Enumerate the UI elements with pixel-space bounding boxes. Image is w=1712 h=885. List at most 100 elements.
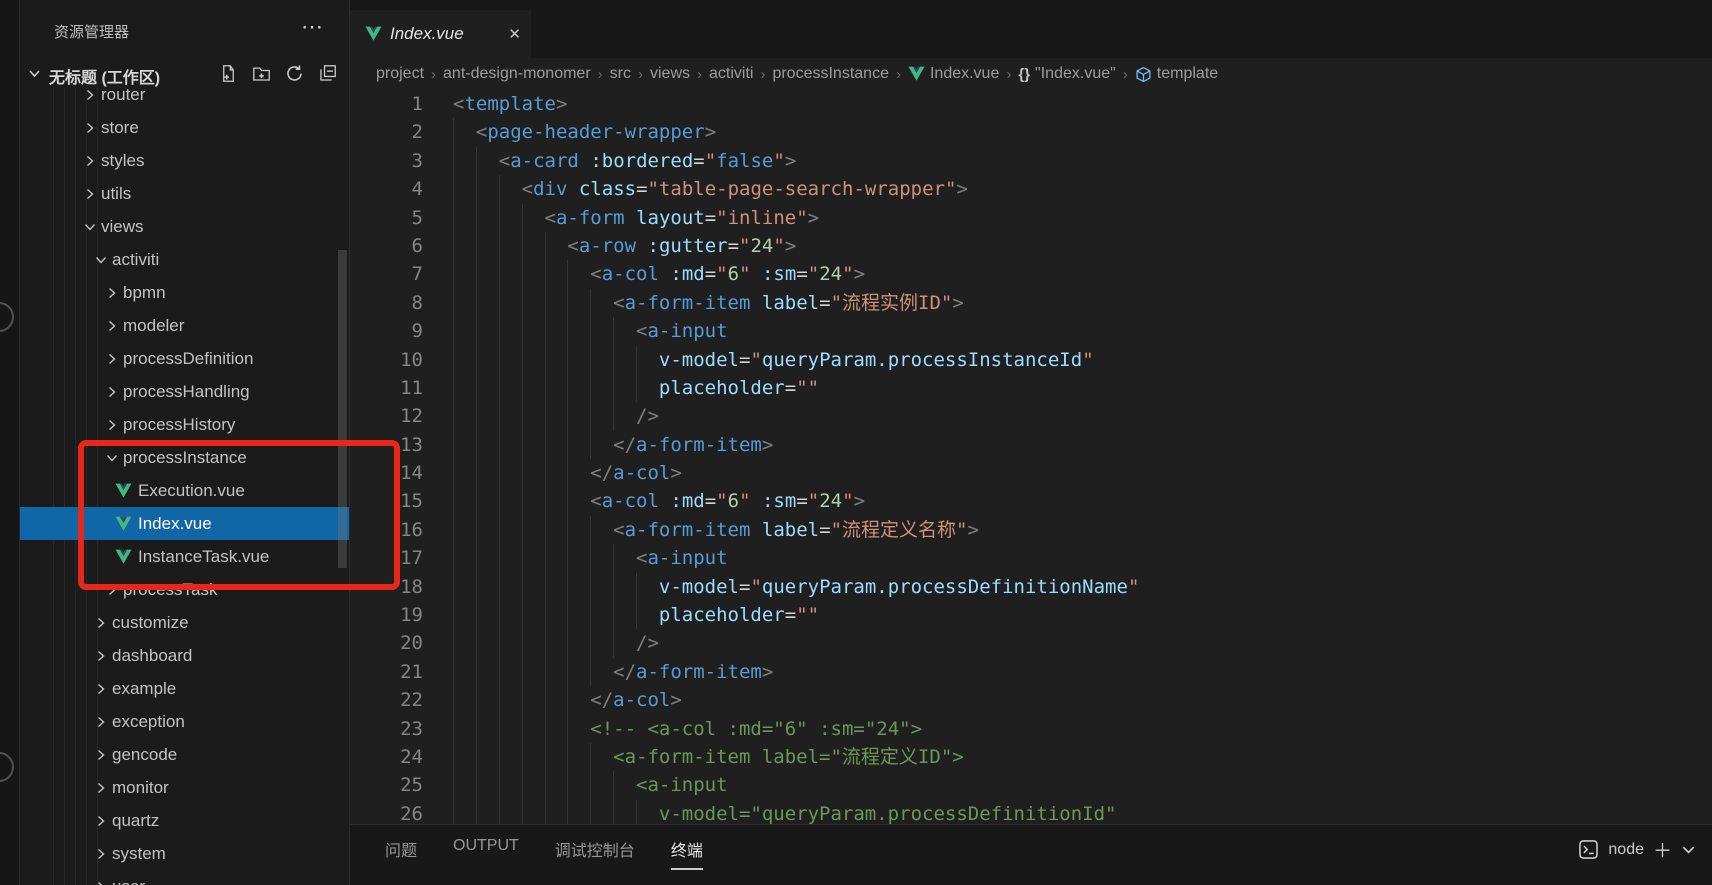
code-line[interactable]: 26 v-model="queryParam.processDefinition…: [350, 799, 1712, 824]
tree-item-processdefinition[interactable]: processDefinition: [20, 342, 349, 375]
chevron-down-icon[interactable]: [82, 219, 98, 235]
chevron-right-icon[interactable]: [82, 120, 98, 136]
chevron-right-icon[interactable]: [93, 714, 109, 730]
chevron-right-icon[interactable]: [104, 417, 120, 433]
breadcrumb-item-ant-design-monomer[interactable]: ant-design-monomer: [443, 65, 591, 83]
code-line[interactable]: 21 </a-form-item>: [350, 657, 1712, 687]
tree-item-instancetask-vue[interactable]: InstanceTask.vue: [20, 540, 349, 573]
close-icon[interactable]: ✕: [508, 25, 521, 43]
code-line[interactable]: 10 v-model="queryParam.processInstanceId…: [350, 345, 1712, 374]
code-line[interactable]: 25 <a-input: [350, 771, 1712, 800]
tree-item-bpmn[interactable]: bpmn: [20, 276, 349, 309]
chevron-right-icon[interactable]: [93, 615, 109, 631]
tree-item-processtask[interactable]: processTask: [20, 573, 349, 606]
terminal-dropdown-icon[interactable]: [1681, 842, 1696, 857]
panel-tab-output[interactable]: OUTPUT: [453, 837, 519, 870]
tree-item-example[interactable]: example: [20, 672, 349, 705]
code-line[interactable]: 11 placeholder="": [350, 373, 1712, 403]
code-line[interactable]: 19 placeholder="": [350, 601, 1712, 630]
tree-item-execution-vue[interactable]: Execution.vue: [20, 474, 349, 507]
tree-item-index-vue[interactable]: Index.vue: [20, 507, 349, 540]
tree-item-router[interactable]: router: [20, 88, 349, 111]
breadcrumb-item--index-vue-[interactable]: {} "Index.vue": [1018, 65, 1115, 83]
tree-item-views[interactable]: views: [20, 210, 349, 243]
breadcrumb-item-views[interactable]: views: [650, 65, 690, 83]
chevron-right-icon[interactable]: [104, 285, 120, 301]
code-line[interactable]: 4 <div class="table-page-search-wrapper"…: [350, 175, 1712, 204]
tab-index-vue[interactable]: Index.vue ✕: [350, 10, 531, 58]
chevron-right-icon[interactable]: [104, 318, 120, 334]
new-terminal-icon[interactable]: ＋: [1653, 836, 1672, 863]
breadcrumb-item-template[interactable]: template: [1135, 65, 1218, 83]
chevron-down-icon[interactable]: [28, 67, 41, 85]
tree-item-processhistory[interactable]: processHistory: [20, 408, 349, 441]
activity-bar-icon-fragment[interactable]: [0, 752, 14, 782]
chevron-right-icon[interactable]: [82, 153, 98, 169]
code-editor[interactable]: 1 <template> 2 <page-header-wrapper> 3 <a-c…: [350, 90, 1712, 824]
code-line[interactable]: 23 <!-- <a-col :md="6" :sm="24">: [350, 714, 1712, 743]
tree-item-customize[interactable]: customize: [20, 606, 349, 639]
panel-tab--[interactable]: 终端: [670, 837, 703, 870]
chevron-right-icon[interactable]: [93, 747, 109, 763]
tree-item-utils[interactable]: utils: [20, 177, 349, 210]
code-line[interactable]: 3 <a-card :bordered="false">: [350, 146, 1712, 176]
code-line[interactable]: 18 v-model="queryParam.processDefinition…: [350, 572, 1712, 602]
panel-tab--[interactable]: 问题: [385, 837, 417, 870]
code-line[interactable]: 24 <a-form-item label="流程定义ID">: [350, 742, 1712, 772]
sidebar-scrollbar[interactable]: [338, 250, 347, 568]
code-line[interactable]: 5 <a-form layout="inline">: [350, 203, 1712, 232]
breadcrumb-item-src[interactable]: src: [610, 65, 631, 83]
chevron-right-icon[interactable]: [93, 648, 109, 664]
new-file-icon[interactable]: [218, 63, 238, 83]
panel-tab--[interactable]: 调试控制台: [555, 837, 635, 870]
chevron-right-icon[interactable]: [104, 351, 120, 367]
tree-item-activiti[interactable]: activiti: [20, 243, 349, 276]
tree-item-monitor[interactable]: monitor: [20, 771, 349, 804]
tree-item-store[interactable]: store: [20, 111, 349, 144]
new-folder-icon[interactable]: [251, 63, 271, 83]
tree-item-gencode[interactable]: gencode: [20, 738, 349, 771]
chevron-right-icon[interactable]: [93, 780, 109, 796]
chevron-right-icon[interactable]: [93, 813, 109, 829]
breadcrumb-item-activiti[interactable]: activiti: [709, 65, 753, 83]
chevron-right-icon[interactable]: [104, 384, 120, 400]
chevron-right-icon[interactable]: [82, 88, 98, 103]
tree-item-processhandling[interactable]: processHandling: [20, 375, 349, 408]
terminal-chip[interactable]: node ＋: [1578, 836, 1696, 863]
code-line[interactable]: 12 />: [350, 402, 1712, 431]
breadcrumb-item-processinstance[interactable]: processInstance: [772, 65, 889, 83]
tree-item-dashboard[interactable]: dashboard: [20, 639, 349, 672]
chevron-right-icon[interactable]: [104, 582, 120, 598]
workspace-header[interactable]: 无标题 (工作区): [20, 60, 349, 90]
tree-item-exception[interactable]: exception: [20, 705, 349, 738]
breadcrumb-item-index-vue[interactable]: Index.vue: [908, 65, 999, 83]
refresh-icon[interactable]: [284, 63, 304, 83]
tree-item-modeler[interactable]: modeler: [20, 309, 349, 342]
code-line[interactable]: 7 <a-col :md="6" :sm="24">: [350, 260, 1712, 289]
code-line[interactable]: 13 </a-form-item>: [350, 430, 1712, 460]
code-line[interactable]: 17 <a-input: [350, 544, 1712, 573]
tree-item-system[interactable]: system: [20, 837, 349, 870]
code-line[interactable]: 1 <template>: [350, 90, 1712, 118]
tree-item-user[interactable]: user: [20, 870, 349, 885]
chevron-right-icon[interactable]: [93, 846, 109, 862]
tree-item-styles[interactable]: styles: [20, 144, 349, 177]
chevron-down-icon[interactable]: [104, 450, 120, 466]
code-line[interactable]: 16 <a-form-item label="流程定义名称">: [350, 515, 1712, 545]
code-line[interactable]: 9 <a-input: [350, 317, 1712, 346]
code-line[interactable]: 22 </a-col>: [350, 686, 1712, 715]
breadcrumb-item-project[interactable]: project: [376, 65, 424, 83]
chevron-right-icon[interactable]: [93, 879, 109, 885]
code-line[interactable]: 8 <a-form-item label="流程实例ID">: [350, 288, 1712, 318]
tree-item-processinstance[interactable]: processInstance: [20, 441, 349, 474]
chevron-right-icon[interactable]: [82, 186, 98, 202]
chevron-right-icon[interactable]: [93, 681, 109, 697]
collapse-all-icon[interactable]: [317, 63, 337, 83]
code-line[interactable]: 15 <a-col :md="6" :sm="24">: [350, 487, 1712, 516]
more-actions-icon[interactable]: ⋯: [301, 14, 325, 40]
code-line[interactable]: 6 <a-row :gutter="24">: [350, 231, 1712, 261]
tree-item-quartz[interactable]: quartz: [20, 804, 349, 837]
code-line[interactable]: 2 <page-header-wrapper>: [350, 118, 1712, 147]
code-line[interactable]: 20 />: [350, 629, 1712, 658]
code-line[interactable]: 14 </a-col>: [350, 459, 1712, 488]
